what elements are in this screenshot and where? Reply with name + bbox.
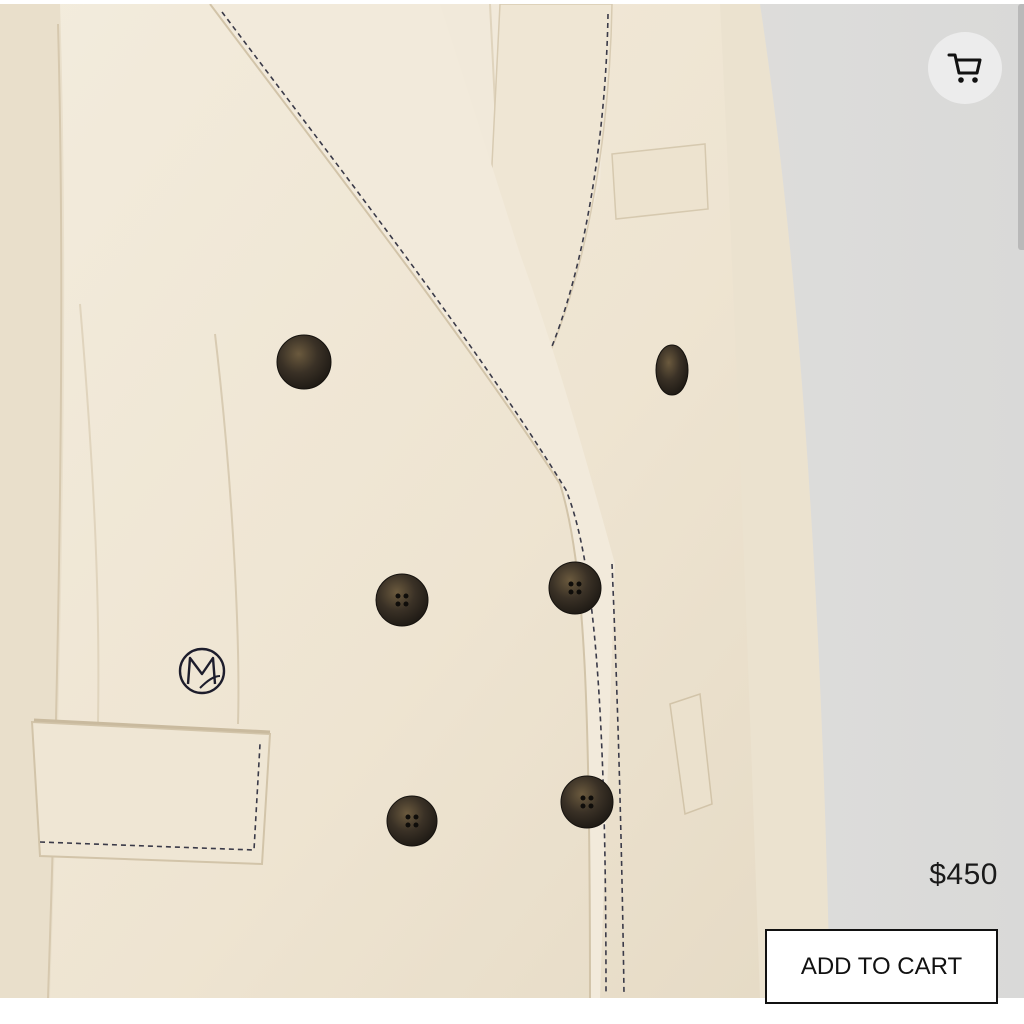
product-image [0,4,1024,998]
scrollbar-thumb[interactable] [1018,4,1024,250]
cart-button[interactable] [928,32,1002,104]
product-price: $450 [929,858,998,891]
add-to-cart-button[interactable]: ADD TO CART [765,929,998,1004]
shopping-cart-icon [947,51,983,85]
product-page: $450 ADD TO CART [0,0,1024,1024]
